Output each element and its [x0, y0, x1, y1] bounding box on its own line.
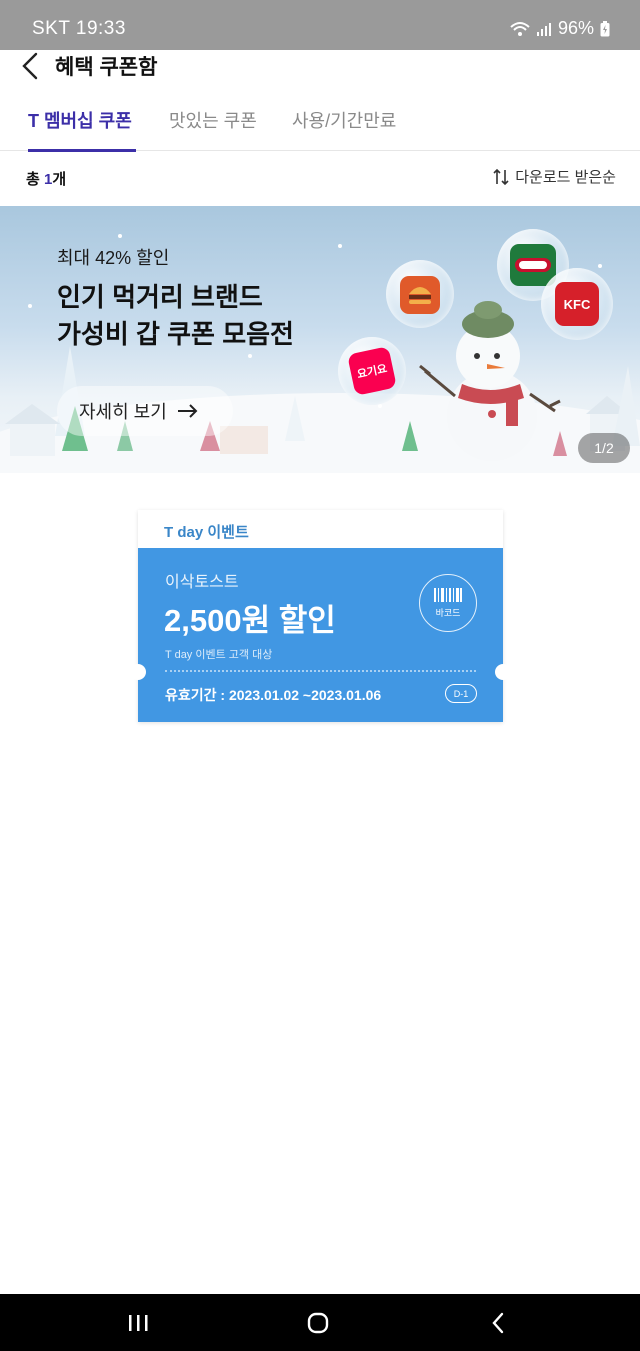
dday-badge: D-1 [445, 684, 477, 703]
back-button[interactable] [14, 50, 46, 82]
banner-detail-button[interactable]: 자세히 보기 [57, 386, 233, 436]
arrow-right-icon [177, 404, 198, 418]
tab-bar: T 멤버십 쿠폰 맛있는 쿠폰 사용/기간만료 [0, 100, 640, 152]
kfc-bubble: KFC [541, 268, 613, 340]
chevron-left-icon [22, 52, 38, 80]
battery-icon [600, 20, 610, 37]
nav-back-button[interactable] [458, 1294, 538, 1351]
count-prefix: 총 [26, 171, 44, 188]
back-arrow-icon [492, 1312, 504, 1333]
list-toolbar: 총 1개 다운로드 받은순 [0, 152, 640, 206]
coupon-card[interactable]: T day 이벤트 이삭토스트 2,500원 할인 T day 이벤트 고객 대… [130, 510, 511, 722]
banner-detail-label: 자세히 보기 [79, 402, 167, 422]
coupon-body: 이삭토스트 2,500원 할인 T day 이벤트 고객 대상 바코드 유효기간… [130, 548, 511, 722]
count-suffix: 개 [52, 171, 67, 188]
battery-percent: 96% [557, 18, 594, 38]
sort-button[interactable]: 다운로드 받은순 [493, 166, 616, 187]
wifi-icon [510, 21, 530, 37]
status-icons: 96% [510, 18, 610, 39]
coupon-count: 총 1개 [26, 168, 66, 189]
barcode-button[interactable]: 바코드 [419, 574, 477, 632]
banner-title: 인기 먹거리 브랜드 가성비 갑 쿠폰 모음전 [57, 279, 294, 353]
kfc-app-icon: KFC [555, 282, 599, 326]
banner-pager: 1/2 [578, 433, 630, 463]
coupon-divider [165, 670, 476, 672]
yogiyo-app-icon: 요기요 [347, 346, 397, 396]
banner-title-line1: 인기 먹거리 브랜드 [57, 282, 263, 312]
burger-app-bubble [386, 260, 454, 328]
barcode-label: 바코드 [435, 607, 461, 618]
system-nav-bar [0, 1294, 640, 1351]
coupon-notch-right [495, 664, 511, 680]
tab-used-expired[interactable]: 사용/기간만료 [292, 107, 396, 151]
coupon-validity: 유효기간 : 2023.01.02 ~2023.01.06 [165, 687, 382, 703]
banner-title-line2: 가성비 갑 쿠폰 모음전 [57, 319, 294, 349]
sort-label: 다운로드 받은순 [515, 169, 616, 186]
coupon-event-label: T day 이벤트 [138, 510, 503, 548]
carrier-time: SKT 19:33 [32, 18, 126, 39]
coupon-brand: 이삭토스트 [165, 574, 239, 591]
tab-t-membership[interactable]: T 멤버십 쿠폰 [28, 107, 136, 152]
burger-app-icon [400, 276, 440, 314]
status-bar: SKT 19:33 96% [0, 0, 640, 50]
recent-apps-button[interactable] [98, 1294, 178, 1351]
sort-arrows-icon [493, 168, 509, 185]
app-header: 혜택 쿠폰함 [0, 50, 640, 92]
barcode-icon [434, 587, 462, 602]
tab-tasty-coupon[interactable]: 맛있는 쿠폰 [169, 107, 257, 151]
banner-subtitle: 최대 42% 할인 [57, 248, 170, 268]
coupon-notch-left [130, 664, 146, 680]
page-title: 혜택 쿠폰함 [55, 56, 158, 79]
coupon-discount: 2,500원 할인 [164, 603, 336, 638]
home-button[interactable] [278, 1294, 358, 1351]
signal-icon [536, 22, 552, 36]
coupon-target: T day 이벤트 고객 대상 [165, 649, 273, 661]
yogiyo-bubble: 요기요 [338, 337, 406, 405]
promo-banner[interactable]: KFC 요기요 최대 42% 할인 인기 먹거리 브랜드 가성비 갑 쿠폰 모음… [0, 206, 640, 473]
home-icon [307, 1312, 329, 1333]
recent-apps-icon [129, 1314, 148, 1331]
